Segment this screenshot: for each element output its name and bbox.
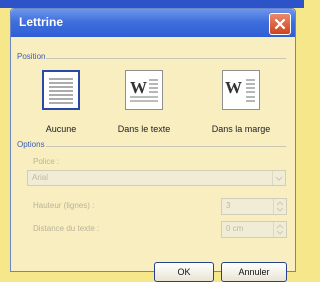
title-bar: Lettrine bbox=[11, 9, 295, 37]
cancel-button[interactable]: Annuler bbox=[221, 262, 287, 282]
lines-stepper[interactable]: 3 bbox=[221, 198, 287, 215]
ok-button[interactable]: OK bbox=[154, 262, 214, 282]
svg-text:W: W bbox=[130, 78, 147, 97]
font-label: Police : bbox=[33, 157, 60, 166]
dialog-title: Lettrine bbox=[19, 15, 64, 29]
options-separator bbox=[46, 146, 286, 147]
lines-value: 3 bbox=[226, 201, 231, 210]
spinner-arrows-icon bbox=[276, 201, 284, 212]
options-section-label: Options bbox=[17, 140, 45, 149]
lines-label: Hauteur (lignes) : bbox=[33, 201, 95, 210]
distance-value: 0 cm bbox=[226, 224, 244, 233]
font-dropdown[interactable]: Arial bbox=[27, 170, 286, 186]
chevron-down-icon bbox=[275, 176, 283, 181]
close-button[interactable] bbox=[269, 13, 291, 35]
font-value: Arial bbox=[32, 173, 49, 182]
distance-stepper[interactable]: 0 cm bbox=[221, 221, 287, 238]
position-none-label: Aucune bbox=[45, 124, 77, 134]
position-margin-label: Dans la marge bbox=[211, 124, 271, 134]
dropdown-arrow bbox=[272, 171, 285, 185]
close-icon bbox=[274, 18, 286, 30]
position-margin-button[interactable]: W bbox=[222, 70, 260, 110]
position-section-label: Position bbox=[17, 52, 46, 61]
distance-label: Distance du texte : bbox=[33, 224, 100, 233]
no-dropcap-icon bbox=[49, 78, 73, 104]
position-dropped-label: Dans le texte bbox=[117, 124, 171, 134]
position-separator bbox=[46, 58, 286, 59]
lines-spinner bbox=[273, 199, 286, 214]
background-window-edge bbox=[0, 0, 304, 8]
position-dropped-button[interactable]: W bbox=[125, 70, 163, 110]
in-margin-icon: W bbox=[225, 78, 255, 102]
spinner-arrows-icon bbox=[276, 224, 284, 235]
svg-text:W: W bbox=[225, 78, 242, 97]
dropped-icon: W bbox=[130, 78, 158, 102]
distance-spinner bbox=[273, 222, 286, 237]
position-none-button[interactable] bbox=[42, 70, 80, 110]
